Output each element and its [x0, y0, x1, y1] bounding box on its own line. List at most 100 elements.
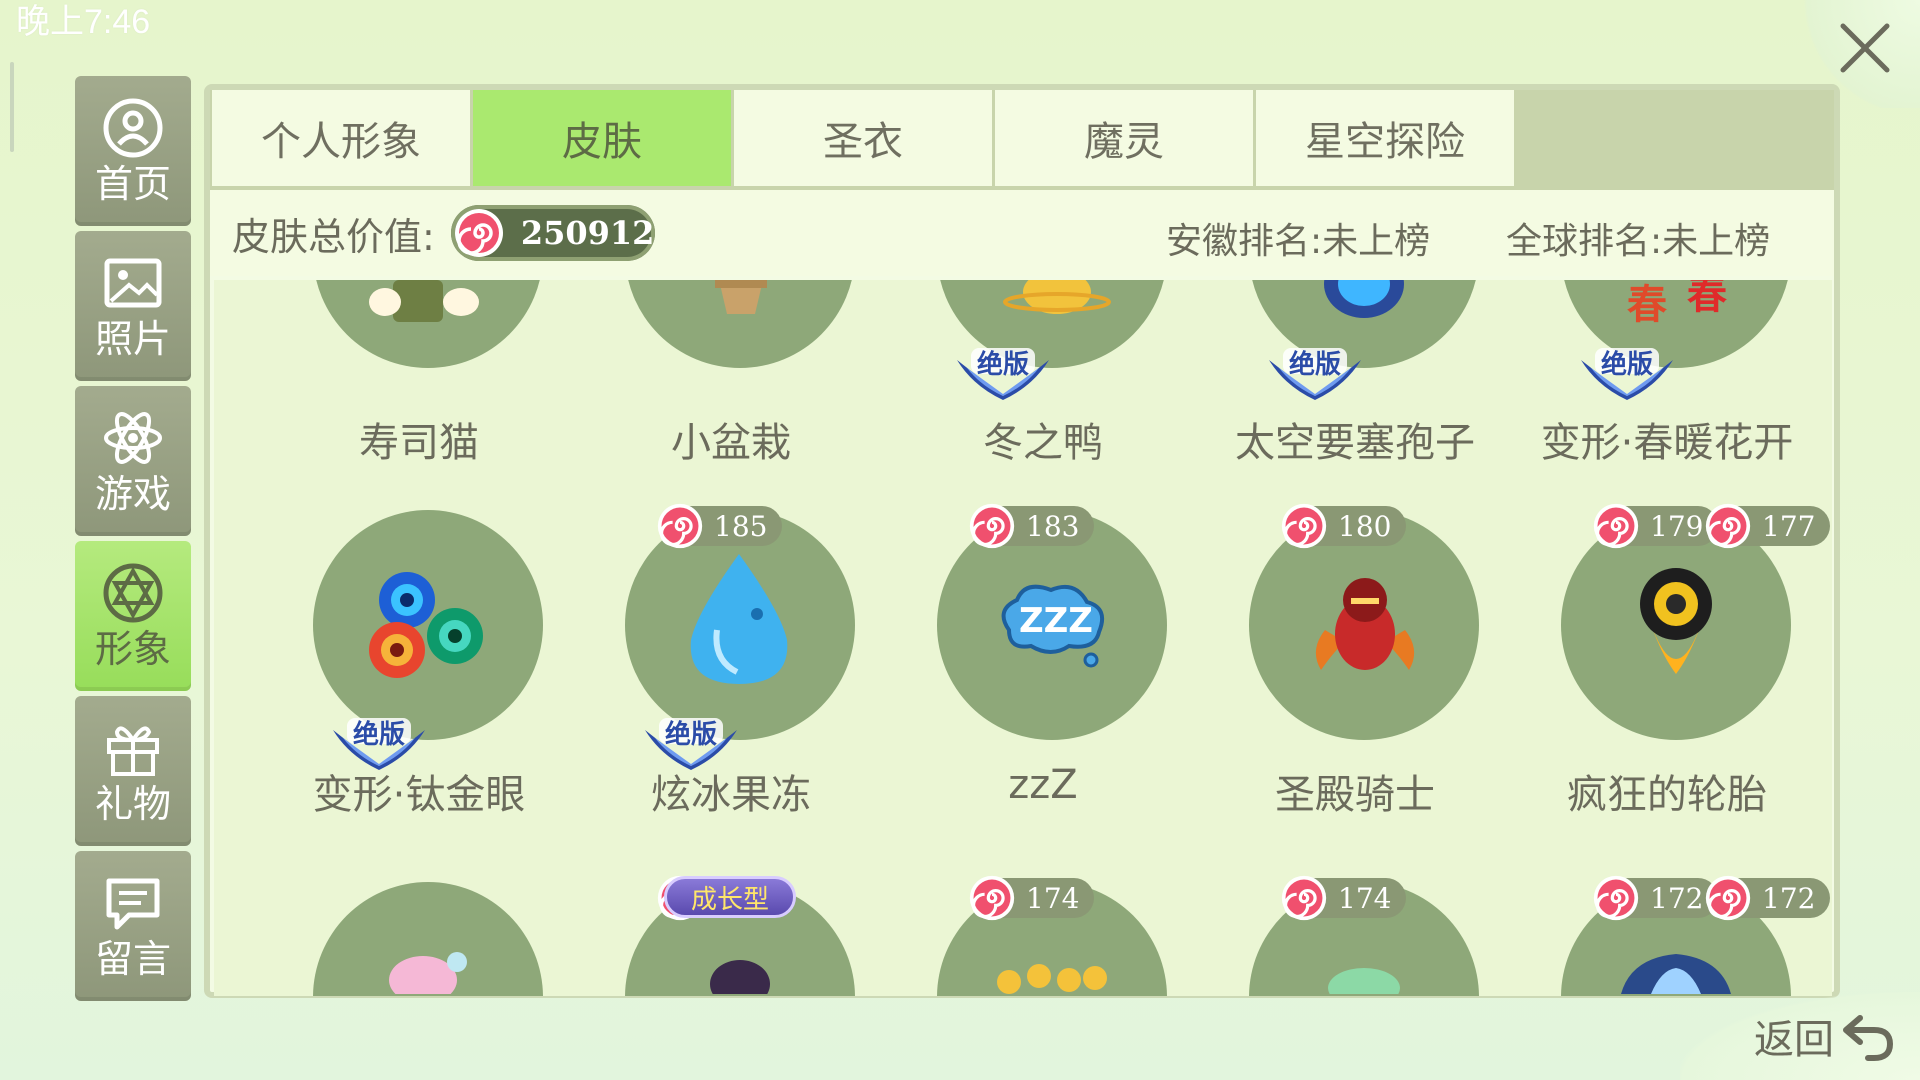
candy-icon [1593, 875, 1639, 921]
tab-personal-image[interactable]: 个人形象 [212, 90, 470, 186]
price-pill: 179 [1593, 503, 1718, 549]
limited-edition-badge: 绝版 [1265, 346, 1365, 406]
sidebar-item-home[interactable]: 首页 [75, 76, 191, 226]
atom-icon [104, 412, 162, 464]
skin-name: 太空要塞孢子 [1235, 420, 1475, 466]
space-fortress-image [1324, 280, 1404, 318]
price-value: 177 [1762, 509, 1816, 543]
total-value-label: 皮肤总价值: [232, 214, 435, 259]
avatar-icon [103, 563, 163, 623]
skin-thumbnail [313, 510, 543, 740]
dark-creature-image [710, 960, 770, 994]
limited-edition-badge: 绝版 [953, 346, 1053, 406]
tab-demon-spirit[interactable]: 魔灵 [995, 90, 1253, 186]
armor-helmet-image [1621, 954, 1731, 994]
limited-badge-label: 绝版 [977, 350, 1030, 380]
skin-card[interactable]: 小盆栽 [575, 280, 887, 470]
spring-blossom-text: 春 [1687, 280, 1727, 318]
tab-star-adventure[interactable]: 星空探险 [1256, 90, 1514, 186]
ice-jelly-image [690, 554, 788, 684]
candy-icon [1281, 503, 1327, 549]
limited-badge-label: 绝版 [1601, 350, 1654, 380]
skin-name: 寿司猫 [359, 420, 479, 466]
sushi-cat-image [369, 280, 479, 322]
limited-badge-label: 绝版 [665, 720, 718, 750]
global-rank: 全球排名:未上榜 [1506, 221, 1771, 262]
candy-icon [1593, 503, 1639, 549]
price-pill: 172 [1593, 875, 1718, 921]
limited-edition-badge: 绝版 [1577, 346, 1677, 406]
skin-summary: 皮肤总价值: 250912 安徽排名:未上榜 全球排名:未上榜 [210, 190, 1834, 276]
sidebar-item-label: 礼物 [94, 782, 171, 826]
price-value: 179 [1650, 509, 1704, 543]
candy-icon [1281, 875, 1327, 921]
back-label: 返回 [1754, 1017, 1834, 1063]
sidebar-item-gifts[interactable]: 礼物 [75, 696, 191, 846]
back-button[interactable]: 返回 [1680, 992, 1920, 1080]
price-pill: 185 [657, 503, 782, 549]
total-value: 250912 [520, 214, 655, 252]
skin-card[interactable]: 炫冰果冻 [575, 510, 887, 830]
home-icon [103, 98, 163, 158]
gift-icon [107, 726, 159, 776]
winter-duck-image [1003, 280, 1111, 314]
skin-thumbnail [313, 280, 543, 368]
skin-card[interactable]: 圣殿骑士 [1199, 510, 1511, 830]
sidebar-item-label: 首页 [94, 162, 171, 206]
candy-icon [969, 503, 1015, 549]
pink-pet-image [389, 952, 467, 994]
photo-icon [104, 258, 162, 308]
price-value: 185 [714, 509, 768, 543]
svg-text:ZZZ: ZZZ [1019, 601, 1093, 641]
skin-card[interactable] [263, 882, 575, 996]
price-pill: 183 [969, 503, 1094, 549]
sidebar-item-label: 游戏 [94, 472, 171, 516]
skin-thumbnail [625, 280, 855, 368]
sidebar-item-avatar[interactable]: 形象 [75, 541, 191, 691]
message-icon [106, 878, 160, 930]
skin-name: zzZ [1008, 762, 1078, 808]
limited-edition-badge: 绝版 [641, 716, 741, 776]
spring-blossom-text: 春 [1627, 282, 1667, 328]
skin-name: 冬之鸭 [983, 420, 1103, 466]
sidebar-item-games[interactable]: 游戏 [75, 386, 191, 536]
price-value: 180 [1338, 509, 1392, 543]
skin-grid: 寿司猫 小盆栽 冬之鸭 太空要塞孢子 春 春 变形·春暖花开 绝版 绝版 绝版 … [214, 280, 1832, 996]
candy-icon [969, 875, 1015, 921]
skin-card[interactable]: 变形·钛金眼 [263, 510, 575, 830]
edge-indicator [10, 62, 14, 152]
skin-card[interactable]: 疯狂的轮胎 [1511, 510, 1823, 830]
province-rank: 安徽排名:未上榜 [1166, 221, 1431, 262]
skin-card[interactable]: ZZZ zzZ [887, 510, 1199, 830]
green-dragon-image [1328, 968, 1400, 994]
sidebar-item-label: 形象 [94, 627, 171, 671]
sleep-cloud-image: ZZZ [1001, 584, 1104, 668]
price-value: 172 [1762, 881, 1816, 915]
sidebar-item-label: 留言 [94, 937, 171, 981]
candy-icon [1705, 503, 1751, 549]
limited-edition-badge: 绝版 [329, 716, 429, 776]
price-pill: 174 [969, 875, 1094, 921]
skin-name: 疯狂的轮胎 [1567, 772, 1767, 818]
star-cluster-image [997, 964, 1107, 994]
price-pill: 172 [1705, 875, 1830, 921]
candy-icon [454, 209, 503, 257]
bonsai-pot-image [715, 280, 767, 314]
price-value: 174 [1338, 881, 1392, 915]
skin-name: 变形·春暖花开 [1540, 420, 1794, 466]
skin-panel: 个人形象 皮肤 圣衣 魔灵 星空探险 皮肤总价值: 250912 安徽排名:未上… [204, 84, 1840, 998]
price-value: 183 [1026, 509, 1080, 543]
candy-icon [1705, 875, 1751, 921]
total-value-pill: 250912 [450, 205, 655, 261]
tab-skins[interactable]: 皮肤 [473, 90, 731, 186]
skin-name: 小盆栽 [671, 420, 791, 466]
close-icon [1840, 23, 1890, 73]
skin-thumbnail [313, 882, 543, 996]
sidebar-item-messages[interactable]: 留言 [75, 851, 191, 1001]
tab-holy-armor[interactable]: 圣衣 [734, 90, 992, 186]
price-pill: 180 [1281, 503, 1406, 549]
sidebar-item-photos[interactable]: 照片 [75, 231, 191, 381]
skin-card[interactable]: 寿司猫 [263, 280, 575, 470]
crazy-tire-image [1640, 568, 1712, 674]
sidebar: 首页 照片 游戏 形象 礼物 留言 [75, 76, 191, 1006]
